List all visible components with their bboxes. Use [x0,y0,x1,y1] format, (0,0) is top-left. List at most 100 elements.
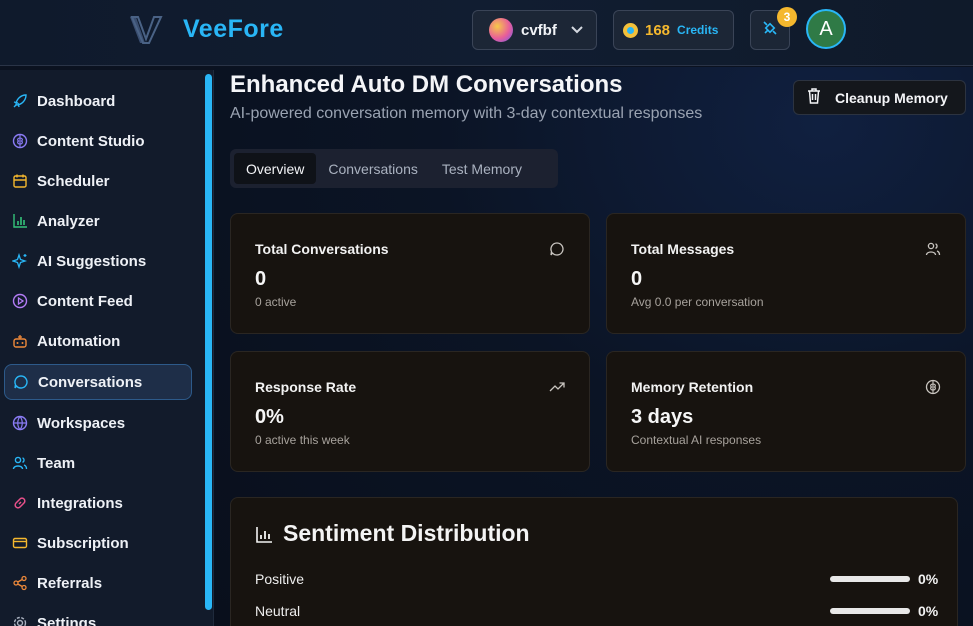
globe-icon [11,415,28,432]
stat-value: 3 days [631,406,694,428]
sidebar-item-label: Conversations [38,373,143,391]
sidebar: Dashboard Content Studio Scheduler Analyzer… [0,70,214,626]
sentiment-percent: 0% [918,603,939,619]
stat-card-total-conversations: Total Conversations 0 0 active [230,213,590,334]
stat-title: Response Rate [255,379,357,395]
sentiment-label: Neutral [255,603,301,619]
sidebar-item-integrations[interactable]: Integrations [4,485,192,521]
veefore-logo-icon [128,15,164,45]
bar-chart-icon [11,213,28,230]
satellite-icon [762,20,778,41]
tab-overview[interactable]: Overview [234,153,317,184]
users-icon [925,241,941,257]
stat-subtext: Contextual AI responses [631,433,762,447]
stat-card-total-messages: Total Messages 0 Avg 0.0 per conversatio… [606,213,966,334]
coin-icon [623,22,638,38]
sentiment-bar-track [830,576,910,582]
user-avatar[interactable]: A [806,9,846,49]
sidebar-item-label: Analyzer [37,212,100,230]
link-icon [11,495,28,512]
sidebar-item-dashboard[interactable]: Dashboard [4,83,192,119]
credit-card-icon [11,535,28,552]
stat-subtext: 0 active [255,295,297,309]
workspace-switcher[interactable]: cvfbf [472,10,597,50]
sidebar-item-label: Dashboard [37,92,116,110]
stat-title: Memory Retention [631,379,754,395]
sidebar-item-conversations[interactable]: Conversations [4,364,192,400]
stat-subtext: Avg 0.0 per conversation [631,295,764,309]
workspace-name: cvfbf [521,21,557,39]
share-icon [11,575,28,592]
trending-up-icon [549,379,565,395]
sidebar-item-workspaces[interactable]: Workspaces [4,405,192,441]
sidebar-item-settings[interactable]: Settings [4,605,192,626]
sentiment-row-neutral: Neutral 0% [255,603,941,623]
calendar-icon [11,173,28,190]
sidebar-item-automation[interactable]: Automation [4,323,192,359]
sidebar-item-label: Settings [37,614,97,626]
users-icon [11,455,28,472]
sidebar-item-label: Integrations [37,494,123,512]
tab-conversations[interactable]: Conversations [316,153,430,184]
credits-display[interactable]: 168 Credits [613,10,734,50]
sidebar-item-label: Referrals [37,574,103,592]
notifications-button[interactable]: 3 [750,7,797,50]
stat-subtext: 0 active this week [255,433,350,447]
bar-chart-icon [255,526,273,544]
sidebar-scrollbar[interactable] [205,74,212,610]
sidebar-item-label: Subscription [37,534,129,552]
sentiment-row-positive: Positive 0% [255,571,941,591]
credits-label: Credits [677,23,719,37]
sidebar-item-team[interactable]: Team [4,445,192,481]
sidebar-item-label: Content Studio [37,132,145,150]
sidebar-item-label: Team [37,454,76,472]
sidebar-item-label: Scheduler [37,172,110,190]
sidebar-item-label: Automation [37,332,121,350]
sentiment-label: Positive [255,571,305,587]
chevron-down-icon [571,23,583,37]
rocket-icon [11,93,28,110]
stat-value: 0% [255,406,284,428]
stat-title: Total Messages [631,241,735,257]
page-subtitle: AI-powered conversation memory with 3-da… [230,105,703,122]
trash-icon [807,88,821,107]
sentiment-percent: 0% [918,571,939,587]
tab-bar: Overview Conversations Test Memory [230,149,558,188]
sidebar-item-label: Workspaces [37,414,126,432]
workspace-avatar [489,18,513,42]
stat-card-memory-retention: Memory Retention 3 days Contextual AI re… [606,351,966,472]
sidebar-item-referrals[interactable]: Referrals [4,565,192,601]
play-circle-icon [11,293,28,310]
sidebar-item-analyzer[interactable]: Analyzer [4,203,192,239]
stat-value: 0 [255,268,267,290]
sidebar-item-subscription[interactable]: Subscription [4,525,192,561]
notification-count-badge: 3 [777,7,797,27]
sidebar-item-scheduler[interactable]: Scheduler [4,163,192,199]
stat-title: Total Conversations [255,241,389,257]
sparkles-icon [11,253,28,270]
message-circle-icon [12,374,29,391]
cleanup-memory-button[interactable]: Cleanup Memory [793,80,966,115]
brand-name[interactable]: VeeFore [183,15,284,44]
sentiment-title: Sentiment Distribution [283,520,530,546]
sidebar-item-content-feed[interactable]: Content Feed [4,283,192,319]
stat-card-response-rate: Response Rate 0% 0 active this week [230,351,590,472]
credits-value: 168 [645,21,671,39]
tab-test-memory[interactable]: Test Memory [430,153,534,184]
top-header: VeeFore cvfbf 168 Credits 3 A [0,0,973,66]
sidebar-item-label: Content Feed [37,292,133,310]
sidebar-item-content-studio[interactable]: Content Studio [4,123,192,159]
bot-icon [11,333,28,350]
sentiment-distribution-card: Sentiment Distribution Positive 0% Neutr… [230,497,958,626]
main-content: Enhanced Auto DM Conversations AI-powere… [214,67,973,626]
gear-icon [11,615,28,626]
sentiment-bar-track [830,608,910,614]
sidebar-item-label: AI Suggestions [37,252,147,270]
brain-icon [925,379,941,395]
page-title: Enhanced Auto DM Conversations [230,71,623,98]
stat-value: 0 [631,268,643,290]
sidebar-item-ai-suggestions[interactable]: AI Suggestions [4,243,192,279]
cleanup-memory-label: Cleanup Memory [835,89,948,106]
brain-icon [11,133,28,150]
message-circle-icon [549,241,565,257]
